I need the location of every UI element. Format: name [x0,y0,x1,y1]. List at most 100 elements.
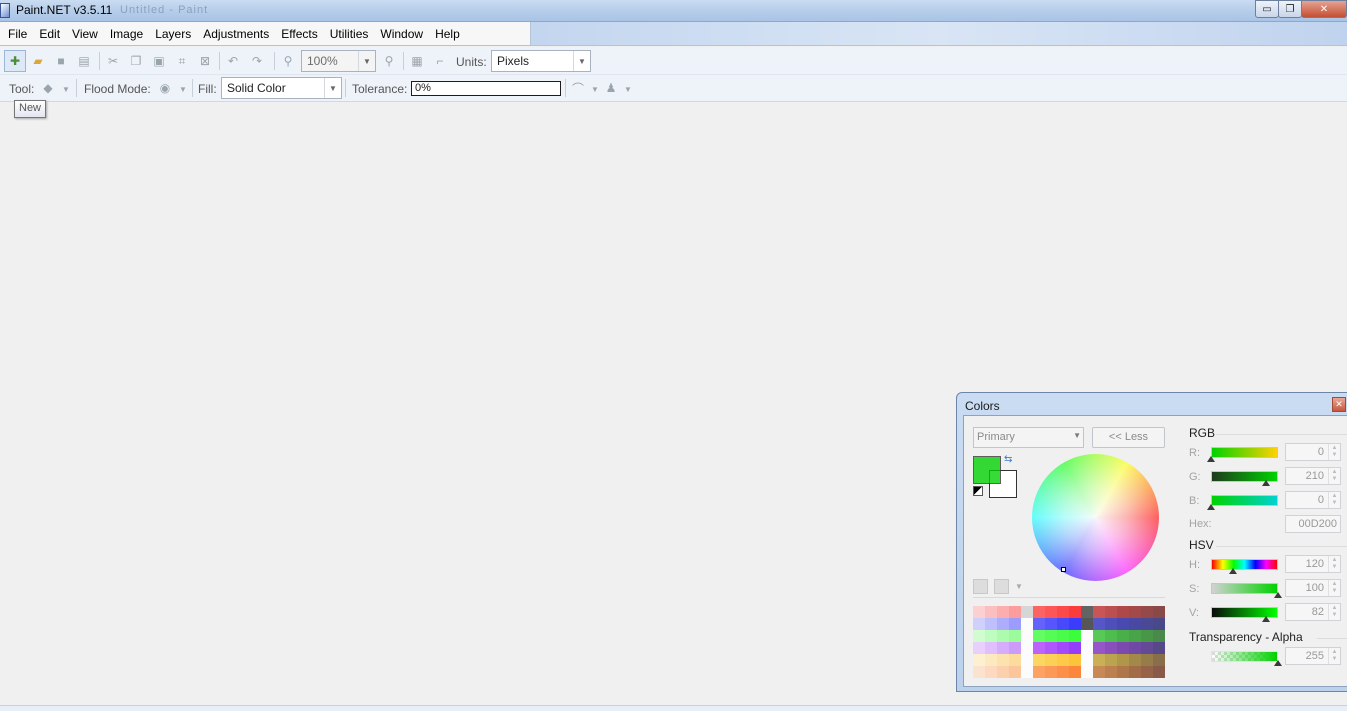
palette-swatch[interactable] [1093,642,1105,654]
palette-swatch[interactable] [1105,642,1117,654]
blend-mode-icon[interactable]: ♟ [603,80,619,96]
palette-swatch[interactable] [1141,642,1153,654]
palette-swatch[interactable] [985,666,997,678]
palette-swatch[interactable] [1129,618,1141,630]
fill-combo[interactable]: Solid Color ▼ [221,77,342,99]
palette-swatch[interactable] [1081,618,1093,630]
save-icon[interactable]: ■ [53,53,69,69]
palette-swatch[interactable] [1045,654,1057,666]
chevron-down-icon[interactable]: ▼ [587,81,603,97]
alpha-slider[interactable] [1211,651,1278,662]
palette-swatch[interactable] [1021,630,1033,642]
palette-swatch[interactable] [973,642,985,654]
palette-swatch[interactable] [1117,630,1129,642]
undo-icon[interactable]: ↶ [225,53,241,69]
palette-swatch[interactable] [985,618,997,630]
palette-swatch[interactable] [1033,618,1045,630]
palette-swatch[interactable] [973,630,985,642]
paint-bucket-icon[interactable]: ◆ [40,80,56,96]
palette-swatch[interactable] [1129,630,1141,642]
menu-view[interactable]: View [66,22,104,46]
hex-input[interactable]: 00D200 [1285,515,1341,533]
palette-swatch[interactable] [973,606,985,618]
palette-swatch[interactable] [1021,642,1033,654]
v-value-input[interactable]: 82 ▲ ▼ [1285,603,1341,621]
palette-swatch[interactable] [985,654,997,666]
spinner-icon[interactable]: ▲ ▼ [1328,492,1340,508]
r-value-input[interactable]: 0 ▲ ▼ [1285,443,1341,461]
close-button[interactable]: ✕ [1301,0,1347,18]
b-slider-marker[interactable] [1207,504,1215,510]
spinner-icon[interactable]: ▲ ▼ [1328,468,1340,484]
palette-swatch[interactable] [1045,630,1057,642]
palette-swatch[interactable] [1117,666,1129,678]
palette-swatch[interactable] [997,654,1009,666]
color-palette[interactable] [973,606,1165,678]
palette-swatch[interactable] [1153,666,1165,678]
palette-swatch[interactable] [1069,666,1081,678]
palette-swatch[interactable] [973,654,985,666]
palette-swatch[interactable] [1093,654,1105,666]
grid-icon[interactable]: ▦ [409,53,425,69]
r-slider-marker[interactable] [1207,456,1215,462]
palette-swatch[interactable] [1069,618,1081,630]
zoom-out-icon[interactable]: ⚲ [280,53,296,69]
palette-swatch[interactable] [1009,630,1021,642]
primary-secondary-select[interactable]: Primary ▼ [973,427,1084,448]
spinner-icon[interactable]: ▲ ▼ [1328,580,1340,596]
palette-swatch[interactable] [1093,666,1105,678]
palette-swatch[interactable] [1045,666,1057,678]
palette-menu-icon[interactable] [994,579,1009,594]
palette-swatch[interactable] [1045,642,1057,654]
flood-mode-icon[interactable]: ◉ [157,80,173,96]
palette-swatch[interactable] [1021,654,1033,666]
palette-swatch[interactable] [1153,618,1165,630]
palette-swatch[interactable] [1141,666,1153,678]
crop-icon[interactable]: ⌗ [174,53,190,69]
palette-swatch[interactable] [1081,630,1093,642]
palette-swatch[interactable] [1057,666,1069,678]
palette-swatch[interactable] [1069,630,1081,642]
palette-swatch[interactable] [997,618,1009,630]
g-slider-marker[interactable] [1262,480,1270,486]
palette-swatch[interactable] [985,630,997,642]
spinner-icon[interactable]: ▲ ▼ [1328,444,1340,460]
palette-swatch[interactable] [985,642,997,654]
palette-swatch[interactable] [1057,654,1069,666]
h-slider[interactable] [1211,559,1278,570]
palette-swatch[interactable] [1021,606,1033,618]
spinner-icon[interactable]: ▲ ▼ [1328,604,1340,620]
menu-layers[interactable]: Layers [149,22,197,46]
palette-swatch[interactable] [1153,630,1165,642]
palette-swatch[interactable] [1105,618,1117,630]
palette-swatch[interactable] [1141,618,1153,630]
print-icon[interactable]: ▤ [76,53,92,69]
palette-swatch[interactable] [1069,642,1081,654]
palette-swatch[interactable] [1033,630,1045,642]
chevron-down-icon[interactable]: ▼ [620,81,636,97]
palette-swatch[interactable] [1033,642,1045,654]
palette-swatch[interactable] [1009,642,1021,654]
palette-swatch[interactable] [1153,606,1165,618]
g-value-input[interactable]: 210 ▲ ▼ [1285,467,1341,485]
palette-swatch[interactable] [985,606,997,618]
cut-icon[interactable]: ✂ [105,53,121,69]
color-wheel-marker[interactable] [1061,567,1066,572]
s-slider[interactable] [1211,583,1278,594]
swap-colors-icon[interactable]: ⇆ [1004,454,1012,465]
palette-swatch[interactable] [1081,654,1093,666]
minimize-button[interactable]: ▭ [1255,0,1279,18]
add-to-palette-icon[interactable] [973,579,988,594]
palette-swatch[interactable] [1129,666,1141,678]
palette-swatch[interactable] [1153,642,1165,654]
b-slider[interactable] [1211,495,1278,506]
menu-adjustments[interactable]: Adjustments [197,22,275,46]
palette-swatch[interactable] [1069,654,1081,666]
menu-edit[interactable]: Edit [33,22,66,46]
palette-swatch[interactable] [1081,606,1093,618]
palette-swatch[interactable] [1129,606,1141,618]
palette-swatch[interactable] [997,642,1009,654]
palette-swatch[interactable] [997,606,1009,618]
menu-file[interactable]: File [2,22,33,46]
palette-swatch[interactable] [1009,606,1021,618]
